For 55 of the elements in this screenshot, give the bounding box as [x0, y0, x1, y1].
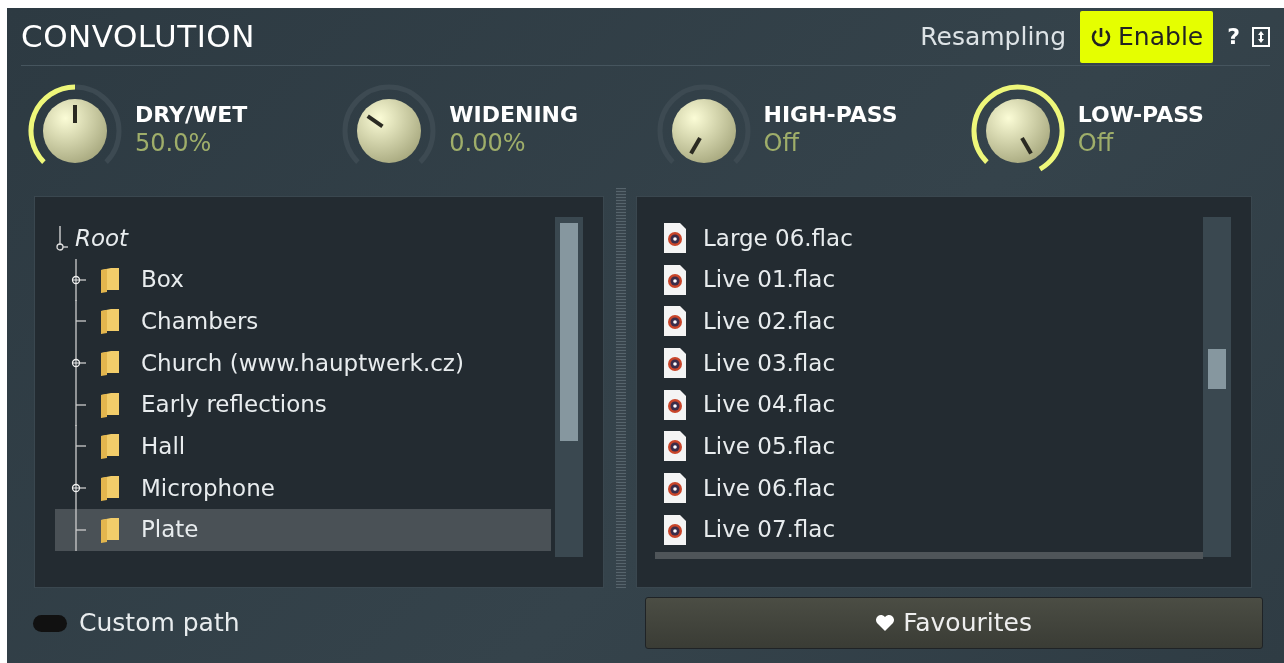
folder-icon: [99, 473, 121, 502]
folder-icon: [99, 265, 121, 294]
tree-item[interactable]: Plate: [55, 508, 551, 551]
knob-label: DRY/WET: [135, 103, 248, 128]
tree-item[interactable]: Church (www.hauptwerk.cz): [55, 342, 551, 384]
folder-icon: [99, 515, 121, 544]
resize-button[interactable]: [1252, 24, 1270, 49]
file-item[interactable]: Live 03.flac: [663, 342, 1203, 384]
custom-path-label: Custom path: [79, 607, 240, 640]
folder-icon: [99, 432, 121, 461]
scrollbar[interactable]: [655, 552, 1203, 559]
tree-connector-icon[interactable]: [71, 341, 87, 384]
file-item[interactable]: Live 07.flac: [663, 508, 1203, 551]
file-item[interactable]: Live 04.flac: [663, 383, 1203, 426]
file-item[interactable]: Live 05.flac: [663, 425, 1203, 468]
file-item[interactable]: Large 06.flac: [663, 217, 1203, 259]
tree-item[interactable]: Microphone: [55, 467, 551, 509]
scrollbar[interactable]: [555, 217, 583, 557]
knob-label: HIGH-PASS: [763, 103, 898, 128]
tree-item[interactable]: Chambers: [55, 300, 551, 343]
audio-file-icon: [663, 513, 687, 546]
folder-icon: [99, 390, 121, 419]
audio-file-icon: [663, 388, 687, 421]
folder-icon: [99, 348, 121, 377]
tree-item[interactable]: Box: [55, 258, 551, 301]
tree-connector-icon[interactable]: [71, 258, 87, 301]
knob-label: WIDENING: [449, 103, 579, 128]
file-item[interactable]: Live 02.flac: [663, 300, 1203, 343]
audio-file-icon: [663, 471, 687, 504]
resampling-label: Resampling: [920, 20, 1067, 53]
knob-value: Off: [763, 127, 801, 159]
knob-value: 50.0%: [135, 127, 213, 159]
plugin-title: CONVOLUTION: [21, 17, 255, 57]
scrollbar[interactable]: [1203, 217, 1231, 557]
tree-item[interactable]: Root: [75, 220, 129, 256]
file-item[interactable]: Live 01.flac: [663, 258, 1203, 301]
heart-icon: [875, 614, 896, 632]
audio-file-icon: [663, 221, 687, 254]
power-icon: [1090, 25, 1113, 48]
audio-file-icon: [663, 305, 687, 338]
help-button[interactable]: ?: [1227, 20, 1240, 53]
favourites-button[interactable]: Favourites: [644, 597, 1263, 649]
file-item[interactable]: Live 06.flac: [663, 467, 1203, 509]
audio-file-icon: [663, 263, 687, 296]
tree-connector-icon[interactable]: [71, 466, 87, 509]
knob-value: 0.00%: [449, 127, 527, 159]
enable-button[interactable]: Enable: [1080, 10, 1214, 63]
folder-icon: [99, 307, 121, 336]
audio-file-icon: [663, 430, 687, 463]
audio-file-icon: [663, 346, 687, 379]
knob-label: LOW-PASS: [1077, 103, 1204, 128]
toggle-switch[interactable]: [33, 614, 67, 632]
tree-item[interactable]: Hall: [55, 425, 551, 468]
tree-item[interactable]: Early reflections: [55, 383, 551, 426]
knob-value: Off: [1077, 127, 1115, 159]
